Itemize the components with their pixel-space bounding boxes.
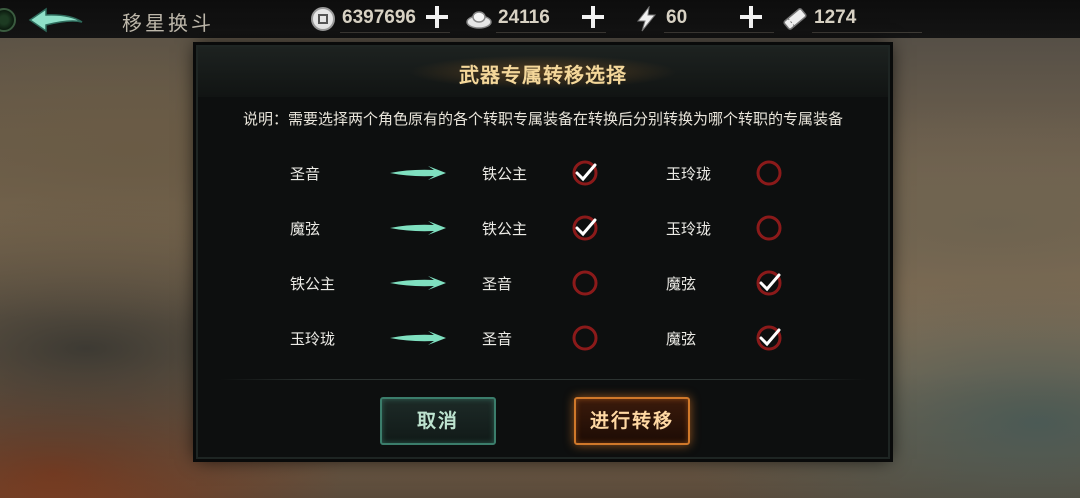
option2-checkbox[interactable] [754,323,784,353]
add-ingot-button[interactable] [580,4,606,30]
ingot-value: 24116 [498,7,550,28]
arrow-icon [390,276,446,290]
arrow-icon [390,166,446,180]
transfer-row: 魔弦 铁公主 玉玲珑 [198,209,888,249]
energy-value: 60 [666,7,688,28]
menu-orb-icon[interactable] [0,8,16,32]
transfer-row: 圣音 铁公主 玉玲珑 [198,154,888,194]
ingot-icon [466,11,492,29]
option1-label: 铁公主 [482,220,528,238]
coin-value: 6397696 [342,7,416,28]
add-coin-button[interactable] [424,4,450,30]
add-energy-button[interactable] [738,4,764,30]
weapon-transfer-dialog: 武器专属转移选择 说明：需要选择两个角色原有的各个转职专属装备在转换后分别转换为… [196,45,890,459]
confirm-transfer-button[interactable]: 进行转移 [574,397,690,445]
option1-checkbox[interactable] [570,158,600,188]
source-class-label: 圣音 [290,165,321,183]
coin-icon [311,7,335,31]
option2-label: 玉玲珑 [666,220,712,238]
top-bar: 移星换斗 6397696 24116 60 1274 [0,0,1080,38]
option2-checkbox[interactable] [754,158,784,188]
ticket-value: 1274 [814,7,857,28]
page-title: 移星换斗 [122,11,214,35]
option1-checkbox[interactable] [570,268,600,298]
option2-checkbox[interactable] [754,213,784,243]
option2-label: 魔弦 [666,330,697,348]
dialog-title: 武器专属转移选择 [459,63,627,87]
divider [220,379,866,380]
option1-checkbox[interactable] [570,323,600,353]
arrow-icon [390,221,446,235]
option1-label: 圣音 [482,275,513,293]
source-class-label: 魔弦 [290,220,321,238]
option1-label: 铁公主 [482,165,528,183]
source-class-label: 玉玲珑 [290,330,336,348]
option2-label: 魔弦 [666,275,697,293]
source-class-label: 铁公主 [290,275,336,293]
back-arrow-icon[interactable] [26,6,86,34]
transfer-row: 铁公主 圣音 魔弦 [198,264,888,304]
option1-label: 圣音 [482,330,513,348]
transfer-row: 玉玲珑 圣音 魔弦 [198,319,888,359]
dialog-description: 说明：需要选择两个角色原有的各个转职专属装备在转换后分别转换为哪个转职的专属装备 [242,110,843,128]
option1-checkbox[interactable] [570,213,600,243]
lightning-energy-icon [636,6,657,32]
option2-checkbox[interactable] [754,268,784,298]
option2-label: 玉玲珑 [666,165,712,183]
arrow-icon [390,331,446,345]
ticket-icon [783,8,807,30]
cancel-button[interactable]: 取消 [380,397,496,445]
